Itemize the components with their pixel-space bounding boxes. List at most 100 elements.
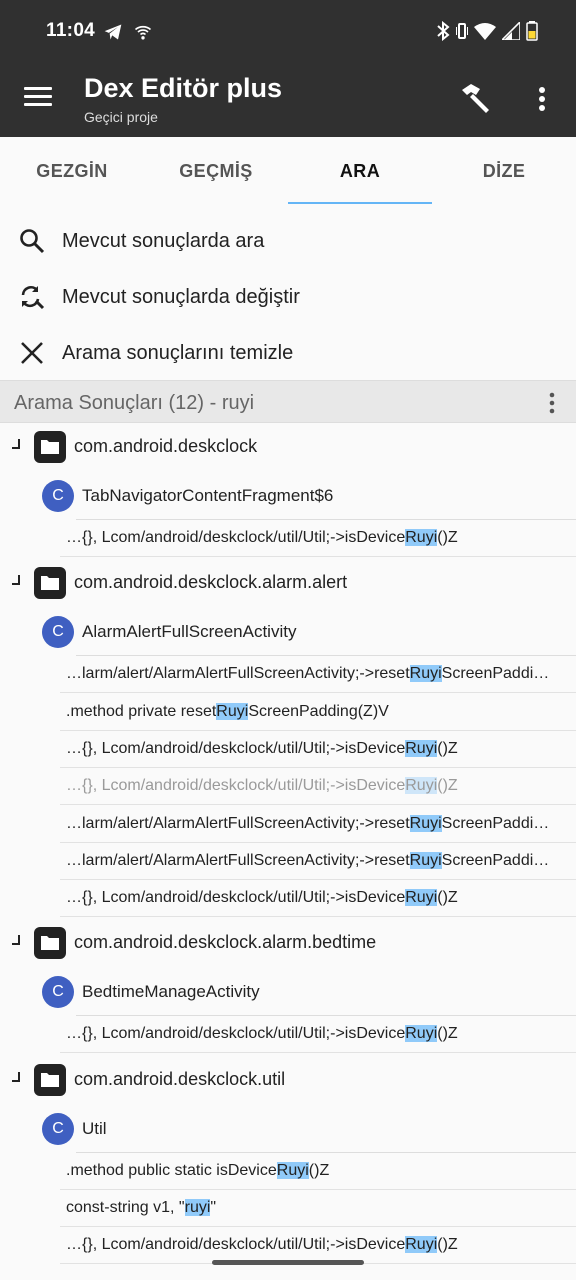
folder-icon bbox=[34, 1063, 66, 1096]
match-prefix: …{}, Lcom/android/deskclock/util/Util;->… bbox=[66, 1236, 406, 1254]
class-badge-icon: C bbox=[42, 480, 74, 512]
clear-results-action[interactable]: Arama sonuçlarını temizle bbox=[0, 325, 576, 381]
bluetooth-icon bbox=[437, 21, 450, 41]
match-highlight: Ruyi bbox=[276, 1161, 309, 1179]
status-time: 11:04 bbox=[46, 20, 96, 41]
more-vert-icon bbox=[539, 87, 545, 111]
match-highlight: Ruyi bbox=[409, 665, 442, 683]
match-suffix: ()Z bbox=[437, 1025, 458, 1043]
package-name: com.android.deskclock.alarm.bedtime bbox=[74, 932, 377, 953]
match-row[interactable]: …larm/alert/AlarmAlertFullScreenActivity… bbox=[60, 656, 576, 694]
tab-0[interactable]: GEZGİN bbox=[0, 137, 144, 205]
match-prefix: .method private reset bbox=[66, 702, 217, 720]
match-row[interactable]: …{}, Lcom/android/deskclock/util/Util;->… bbox=[60, 1016, 576, 1054]
tab-3[interactable]: DİZE bbox=[432, 137, 576, 205]
package-row[interactable]: com.android.deskclock bbox=[0, 423, 576, 471]
match-prefix: …larm/alert/AlarmAlertFullScreenActivity… bbox=[66, 814, 410, 832]
package-name: com.android.deskclock bbox=[74, 436, 258, 456]
find-replace-icon bbox=[21, 286, 45, 310]
match-row[interactable]: …{}, Lcom/android/deskclock/util/Util;->… bbox=[60, 520, 576, 557]
match-row[interactable]: .method public static isDeviceRuyi()Z bbox=[60, 1153, 576, 1190]
class-badge-icon: C bbox=[42, 976, 74, 1009]
class-name: TabNavigatorContentFragment$6 bbox=[82, 486, 334, 505]
class-row[interactable]: C Util bbox=[0, 1105, 576, 1153]
match-highlight: Ruyi bbox=[405, 1236, 438, 1254]
menu-button[interactable] bbox=[24, 87, 52, 111]
match-highlight: Ruyi bbox=[405, 529, 438, 546]
match-prefix: …{}, Lcom/android/deskclock/util/Util;->… bbox=[66, 739, 406, 757]
match-text: …{}, Lcom/android/deskclock/util/Util;->… bbox=[66, 739, 458, 758]
tab-1[interactable]: GEÇMİŞ bbox=[144, 137, 288, 205]
class-badge-icon: C bbox=[42, 1112, 74, 1145]
match-highlight: Ruyi bbox=[216, 702, 249, 720]
match-suffix: " bbox=[210, 1199, 217, 1216]
match-highlight: Ruyi bbox=[409, 851, 442, 869]
tab-2[interactable]: ARA bbox=[288, 137, 432, 205]
match-text: …larm/alert/AlarmAlertFullScreenActivity… bbox=[66, 814, 549, 833]
match-row[interactable]: …larm/alert/AlarmAlertFullScreenActivity… bbox=[60, 843, 576, 880]
class-name: AlarmAlertFullScreenActivity bbox=[82, 622, 297, 642]
match-row[interactable]: …{}, Lcom/android/deskclock/util/Util;->… bbox=[60, 880, 576, 918]
match-text: .method private resetRuyiScreenPadding(Z… bbox=[66, 702, 389, 721]
results-more-icon[interactable] bbox=[544, 391, 560, 415]
match-suffix: ()Z bbox=[437, 777, 458, 795]
action-label: Arama sonuçlarını temizle bbox=[62, 341, 294, 364]
match-prefix: …{}, Lcom/android/deskclock/util/Util;->… bbox=[66, 777, 406, 795]
match-text: .method public static isDeviceRuyi()Z bbox=[66, 1161, 330, 1180]
overflow-menu-button[interactable] bbox=[530, 84, 554, 114]
folder-icon bbox=[34, 927, 66, 960]
match-prefix: …{}, Lcom/android/deskclock/util/Util;->… bbox=[66, 889, 406, 907]
class-name: BedtimeManageActivity bbox=[82, 982, 260, 1002]
signal-icon bbox=[502, 22, 520, 40]
class-row[interactable]: C BedtimeManageActivity bbox=[0, 968, 576, 1017]
class-row[interactable]: C TabNavigatorContentFragment$6 bbox=[0, 472, 576, 520]
vibrate-icon bbox=[456, 23, 468, 39]
match-row[interactable]: …larm/alert/AlarmAlertFullScreenActivity… bbox=[60, 806, 576, 843]
match-text: …{}, Lcom/android/deskclock/util/Util;->… bbox=[66, 889, 458, 907]
folder-icon bbox=[34, 431, 66, 463]
package-row[interactable]: com.android.deskclock.util bbox=[0, 1056, 576, 1104]
close-icon bbox=[21, 342, 43, 364]
class-row[interactable]: C AlarmAlertFullScreenActivity bbox=[0, 608, 576, 657]
match-row[interactable]: …{}, Lcom/android/deskclock/util/Util;->… bbox=[60, 1227, 576, 1265]
match-text: …larm/alert/AlarmAlertFullScreenActivity… bbox=[66, 665, 549, 683]
package-row[interactable]: com.android.deskclock.alarm.alert bbox=[0, 559, 576, 607]
match-suffix: ()Z bbox=[437, 889, 458, 907]
app-bar: Dex Editör plus Geçici proje bbox=[0, 64, 576, 137]
collapse-toggle-icon[interactable] bbox=[12, 1071, 20, 1082]
match-row[interactable]: .method private resetRuyiScreenPadding(Z… bbox=[60, 694, 576, 731]
match-text: …{}, Lcom/android/deskclock/util/Util;->… bbox=[66, 777, 458, 795]
match-highlight: Ruyi bbox=[405, 1025, 438, 1043]
match-suffix: ()Z bbox=[437, 529, 458, 546]
collapse-toggle-icon[interactable] bbox=[12, 935, 20, 946]
results-title: Arama Sonuçları (12) - ruyi bbox=[14, 392, 255, 414]
hammer-icon bbox=[462, 84, 489, 113]
match-row[interactable]: const-string v1, "ruyi" bbox=[60, 1190, 576, 1227]
collapse-toggle-icon[interactable] bbox=[12, 575, 20, 586]
menu-icon bbox=[24, 87, 52, 90]
action-label: Mevcut sonuçlarda değiştir bbox=[62, 285, 300, 308]
search-in-results-action[interactable]: Mevcut sonuçlarda ara bbox=[0, 213, 576, 269]
replace-in-results-action[interactable]: Mevcut sonuçlarda değiştir bbox=[0, 269, 576, 325]
match-row[interactable]: …{}, Lcom/android/deskclock/util/Util;->… bbox=[60, 768, 576, 806]
class-badge-icon: C bbox=[42, 616, 74, 649]
match-prefix: const-string v1, " bbox=[66, 1199, 185, 1216]
match-text: const-string v1, "ruyi" bbox=[66, 1199, 216, 1217]
package-name: com.android.deskclock.util bbox=[74, 1068, 286, 1089]
class-name: Util bbox=[82, 1118, 107, 1138]
match-suffix: ScreenPadding(Z)V bbox=[248, 702, 389, 720]
match-text: …{}, Lcom/android/deskclock/util/Util;->… bbox=[66, 529, 458, 547]
app-title: Dex Editör plus bbox=[84, 73, 283, 103]
match-highlight: Ruyi bbox=[405, 777, 438, 795]
match-text: …larm/alert/AlarmAlertFullScreenActivity… bbox=[66, 851, 549, 870]
build-button[interactable] bbox=[458, 81, 492, 115]
gesture-nav-handle bbox=[212, 1260, 364, 1265]
match-suffix: ()Z bbox=[308, 1161, 330, 1179]
match-suffix: ()Z bbox=[437, 1236, 458, 1254]
project-subtitle: Geçici proje bbox=[84, 109, 158, 125]
match-prefix: …larm/alert/AlarmAlertFullScreenActivity… bbox=[66, 665, 410, 683]
package-row[interactable]: com.android.deskclock.alarm.bedtime bbox=[0, 919, 576, 967]
match-row[interactable]: …{}, Lcom/android/deskclock/util/Util;->… bbox=[60, 731, 576, 768]
match-prefix: …{}, Lcom/android/deskclock/util/Util;->… bbox=[66, 529, 406, 546]
collapse-toggle-icon[interactable] bbox=[12, 439, 20, 449]
